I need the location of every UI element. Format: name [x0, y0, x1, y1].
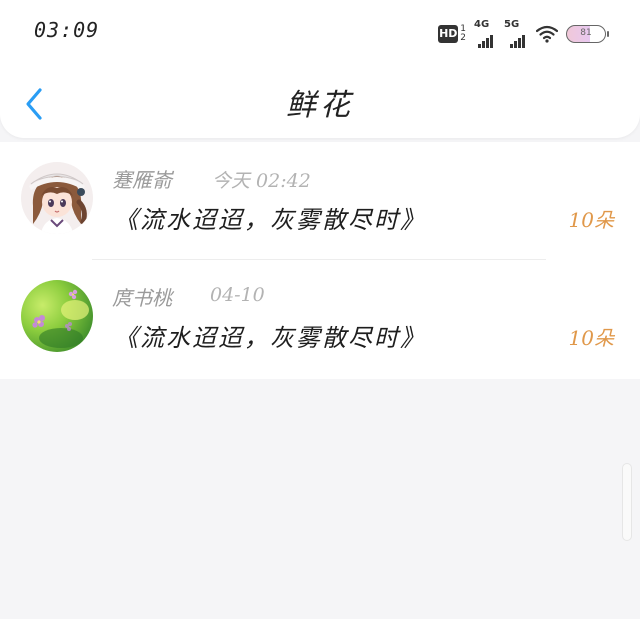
flower-gift-list: 蹇雁嵛 今天 02:42 《流水迢迢，灰雾散尽时》 10朵 庹书桃 04-10 … — [0, 142, 640, 379]
status-time: 03:09 — [34, 18, 100, 42]
list-item[interactable]: 蹇雁嵛 今天 02:42 《流水迢迢，灰雾散尽时》 10朵 — [0, 142, 640, 260]
page-title: 鲜花 — [286, 88, 354, 123]
send-date: 今天 02:42 — [212, 170, 311, 192]
hd-sub: 1 2 — [460, 25, 466, 43]
avatar[interactable] — [21, 280, 93, 352]
hd-label: HD — [438, 25, 459, 43]
hd-icon: HD 1 2 — [438, 25, 466, 43]
list-item[interactable]: 庹书桃 04-10 《流水迢迢，灰雾散尽时》 10朵 — [0, 260, 640, 378]
wifi-icon — [536, 25, 558, 43]
sender-name[interactable]: 庹书桃 — [112, 282, 172, 311]
status-icons: HD 1 2 4G 5G 81 — [438, 20, 609, 48]
header: 03:09 HD 1 2 4G 5G 81 鲜花 — [0, 0, 640, 138]
avatar[interactable] — [21, 162, 93, 234]
battery-icon: 81 — [566, 25, 609, 43]
flower-photo-avatar-icon — [21, 280, 93, 352]
anime-girl-avatar-icon — [21, 162, 93, 234]
hd-sub-bottom: 2 — [460, 33, 466, 43]
flower-count: 10朵 — [568, 326, 614, 350]
flower-count: 10朵 — [568, 208, 614, 232]
signal-5g-label: 5G — [504, 19, 520, 30]
signal-5g-icon: 5G — [504, 20, 528, 48]
signal-4g-icon: 4G — [474, 20, 496, 48]
send-date: 04-10 — [210, 284, 265, 306]
signal-4g-label: 4G — [474, 19, 490, 30]
battery-level: 81 — [580, 28, 592, 38]
book-title[interactable]: 《流水迢迢，灰雾散尽时》 — [114, 200, 426, 235]
scrollbar[interactable] — [622, 463, 632, 541]
sender-name[interactable]: 蹇雁嵛 — [112, 164, 172, 193]
book-title[interactable]: 《流水迢迢，灰雾散尽时》 — [114, 318, 426, 353]
